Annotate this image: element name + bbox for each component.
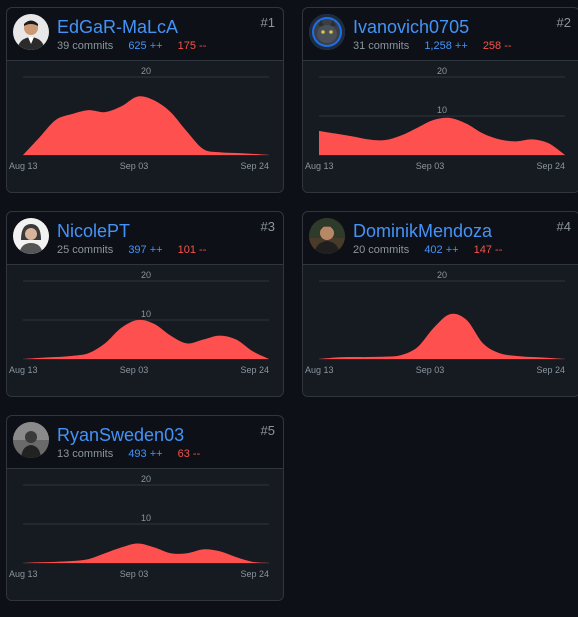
- rank-label: #3: [260, 219, 275, 234]
- card-header: EdGaR-MaLcA 39 commits 625 ++ 175 -- #1: [7, 8, 283, 60]
- area-chart: 20 Aug 13 Sep 03 Sep 24: [9, 66, 269, 171]
- contribution-stats: 39 commits 625 ++ 175 --: [57, 40, 206, 52]
- x-tick-label: Sep 24: [240, 365, 269, 375]
- card-header: RyanSweden03 13 commits 493 ++ 63 -- #5: [7, 416, 283, 468]
- avatar-person-icon: [309, 218, 345, 254]
- card-header: NicolePT 25 commits 397 ++ 101 -- #3: [7, 212, 283, 264]
- avatar-person-icon: [13, 422, 49, 458]
- commit-count-link[interactable]: 25 commits: [57, 244, 113, 256]
- rank-label: #4: [556, 219, 571, 234]
- avatar-person-icon: [13, 218, 49, 254]
- y-tick-label: 20: [141, 474, 151, 484]
- contributor-card: EdGaR-MaLcA 39 commits 625 ++ 175 -- #1 …: [6, 7, 284, 193]
- contributor-card: Ivanovich0705 31 commits 1,258 ++ 258 --…: [302, 7, 578, 193]
- commit-area-series: [23, 319, 269, 359]
- rank-label: #1: [260, 15, 275, 30]
- avatar[interactable]: [309, 14, 345, 50]
- avatar-person-icon: [13, 14, 49, 50]
- commit-count-link[interactable]: 13 commits: [57, 448, 113, 460]
- deletions-count: 63 --: [177, 448, 201, 460]
- y-tick-label: 10: [141, 513, 151, 523]
- x-tick-label: Sep 24: [536, 365, 565, 375]
- area-chart: 20 10 Aug 13 Sep 03 Sep 24: [9, 270, 269, 375]
- area-chart: 20 10 Aug 13 Sep 03 Sep 24: [9, 474, 269, 579]
- commit-count-link[interactable]: 39 commits: [57, 40, 113, 52]
- y-tick-label: 20: [141, 66, 151, 76]
- username-link[interactable]: EdGaR-MaLcA: [57, 17, 178, 38]
- x-tick-label: Aug 13: [9, 569, 38, 579]
- contributor-card: RyanSweden03 13 commits 493 ++ 63 -- #5 …: [6, 415, 284, 601]
- rank-label: #2: [556, 15, 571, 30]
- contribution-stats: 13 commits 493 ++ 63 --: [57, 448, 200, 460]
- y-tick-label: 10: [437, 105, 447, 115]
- x-tick-label: Sep 24: [536, 161, 565, 171]
- area-chart: 20 10 Aug 13 Sep 03 Sep 24: [305, 66, 565, 171]
- avatar[interactable]: [13, 14, 49, 50]
- username-link[interactable]: DominikMendoza: [353, 221, 492, 242]
- x-tick-label: Aug 13: [9, 161, 38, 171]
- additions-count: 625 ++: [128, 40, 163, 52]
- contributor-card: NicolePT 25 commits 397 ++ 101 -- #3 20 1…: [6, 211, 284, 397]
- avatar[interactable]: [13, 422, 49, 458]
- card-header: Ivanovich0705 31 commits 1,258 ++ 258 --…: [303, 8, 578, 60]
- additions-count: 402 ++: [424, 244, 459, 256]
- x-tick-label: Sep 24: [240, 569, 269, 579]
- contribution-chart: 20 Aug 13 Sep 03 Sep 24: [303, 264, 578, 396]
- additions-count: 1,258 ++: [424, 40, 468, 52]
- avatar[interactable]: [309, 218, 345, 254]
- commit-count-link[interactable]: 20 commits: [353, 244, 409, 256]
- contribution-stats: 31 commits 1,258 ++ 258 --: [353, 40, 512, 52]
- contribution-stats: 20 commits 402 ++ 147 --: [353, 244, 502, 256]
- deletions-count: 101 --: [177, 244, 207, 256]
- y-tick-label: 10: [141, 309, 151, 319]
- username-link[interactable]: RyanSweden03: [57, 425, 184, 446]
- commit-area-series: [23, 96, 269, 155]
- card-header: DominikMendoza 20 commits 402 ++ 147 -- …: [303, 212, 578, 264]
- commit-area-series: [23, 543, 269, 563]
- deletions-count: 147 --: [473, 244, 503, 256]
- deletions-count: 175 --: [177, 40, 207, 52]
- commit-area-series: [319, 117, 565, 155]
- x-tick-label: Aug 13: [305, 161, 334, 171]
- username-link[interactable]: NicolePT: [57, 221, 130, 242]
- deletions-count: 258 --: [482, 40, 512, 52]
- x-tick-label: Sep 03: [120, 365, 149, 375]
- contribution-stats: 25 commits 397 ++ 101 --: [57, 244, 206, 256]
- commit-area-series: [319, 313, 565, 359]
- x-tick-label: Sep 03: [120, 569, 149, 579]
- contributor-card: DominikMendoza 20 commits 402 ++ 147 -- …: [302, 211, 578, 397]
- y-tick-label: 20: [437, 270, 447, 280]
- x-tick-label: Aug 13: [305, 365, 334, 375]
- avatar-cat-icon: [309, 14, 345, 50]
- contribution-chart: 20 10 Aug 13 Sep 03 Sep 24: [7, 468, 283, 600]
- commit-count-link[interactable]: 31 commits: [353, 40, 409, 52]
- additions-count: 493 ++: [128, 448, 163, 460]
- contribution-chart: 20 10 Aug 13 Sep 03 Sep 24: [303, 60, 578, 192]
- x-tick-label: Sep 24: [240, 161, 269, 171]
- avatar[interactable]: [13, 218, 49, 254]
- area-chart: 20 Aug 13 Sep 03 Sep 24: [305, 270, 565, 375]
- rank-label: #5: [260, 423, 275, 438]
- y-tick-label: 20: [437, 66, 447, 76]
- x-tick-label: Sep 03: [416, 161, 445, 171]
- contribution-chart: 20 10 Aug 13 Sep 03 Sep 24: [7, 264, 283, 396]
- y-tick-label: 20: [141, 270, 151, 280]
- contribution-chart: 20 Aug 13 Sep 03 Sep 24: [7, 60, 283, 192]
- x-tick-label: Sep 03: [120, 161, 149, 171]
- x-tick-label: Aug 13: [9, 365, 38, 375]
- additions-count: 397 ++: [128, 244, 163, 256]
- username-link[interactable]: Ivanovich0705: [353, 17, 469, 38]
- x-tick-label: Sep 03: [416, 365, 445, 375]
